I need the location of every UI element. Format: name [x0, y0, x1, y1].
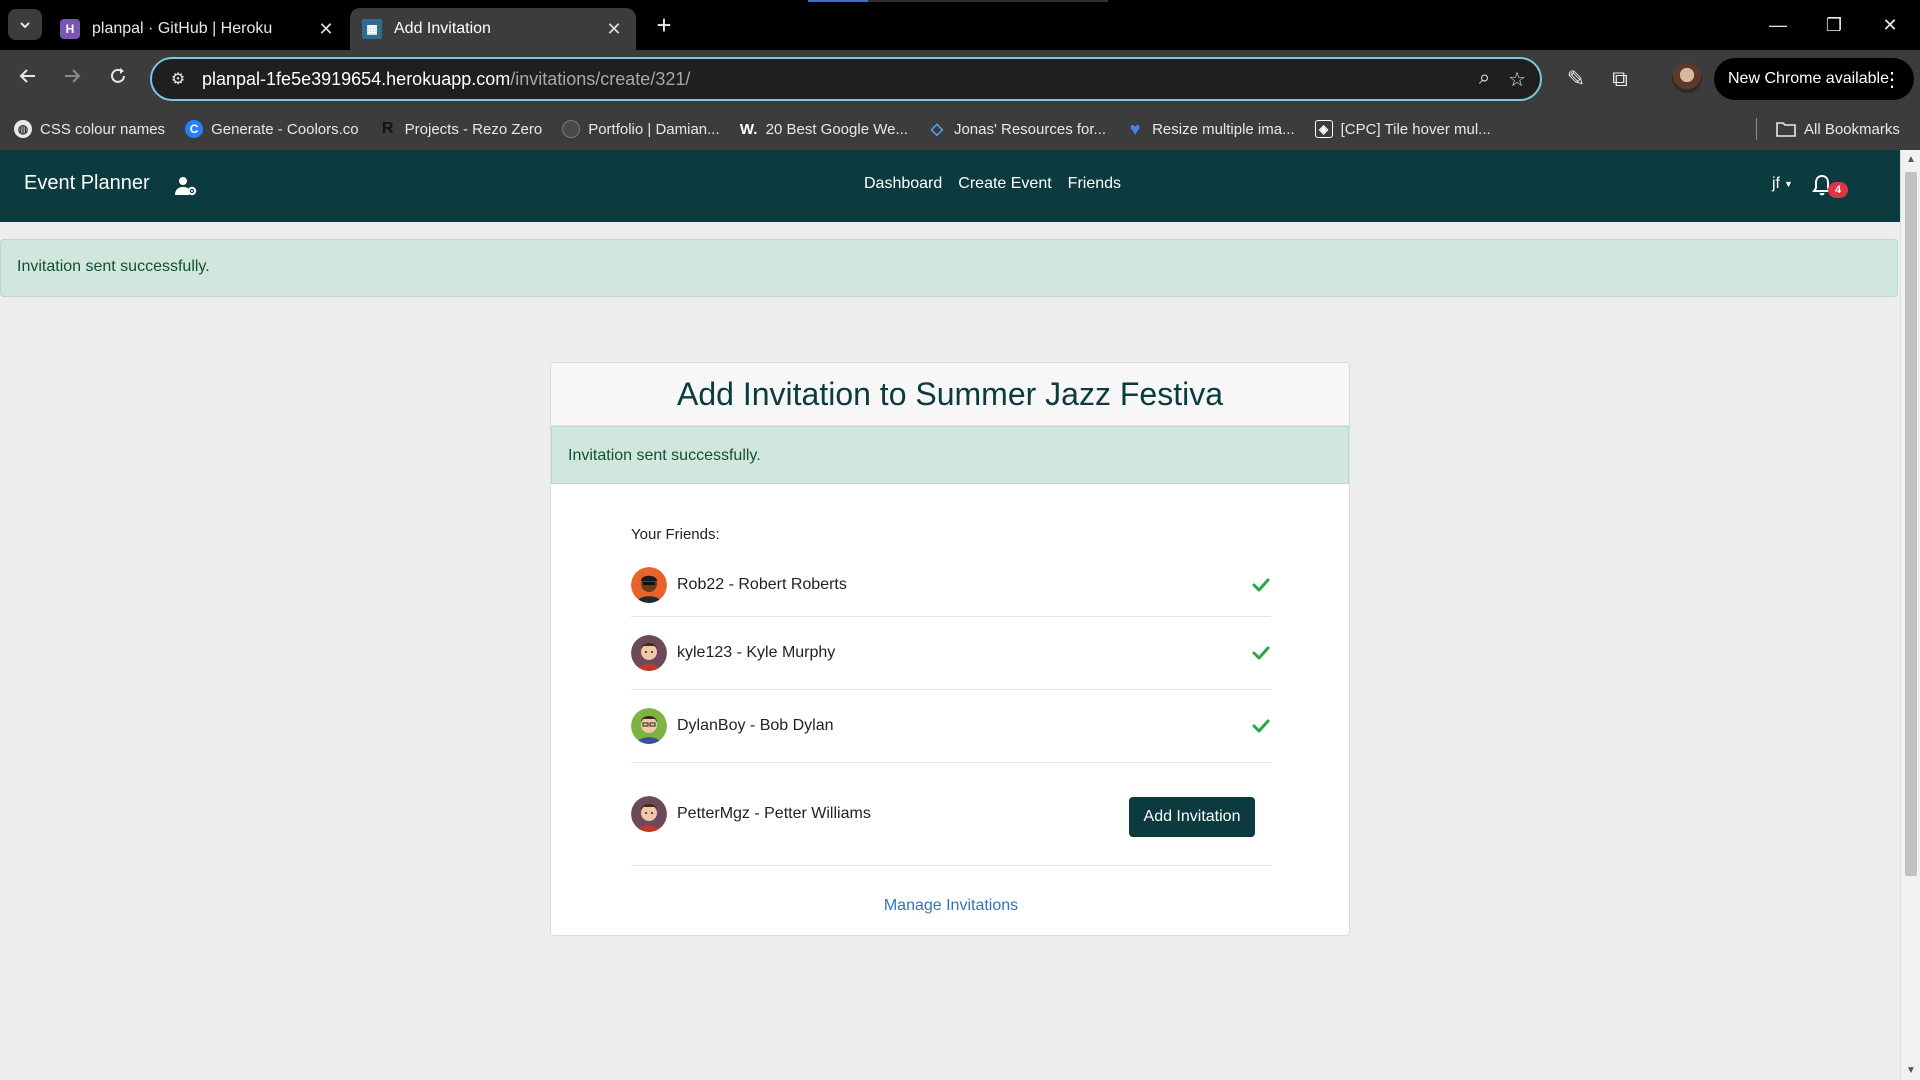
heroku-icon: H [60, 19, 80, 39]
friend-name: PetterMgz - Petter Williams [677, 805, 871, 822]
address-bar[interactable]: ⚙ planpal-1fe5e3919654.herokuapp.com/inv… [150, 57, 1542, 101]
arrow-left-icon [19, 69, 35, 83]
bookmarks-bar: ◍ CSS colour names C Generate - Coolors.co… [0, 108, 1920, 150]
page-scrollbar[interactable]: ▲ ▼ [1900, 150, 1920, 1080]
chevron-down-icon [20, 21, 30, 28]
extensions-puzzle-icon[interactable]: ⧉ [1604, 63, 1636, 95]
user-dropdown[interactable]: jf ▼ [1772, 175, 1793, 193]
friend-row: kyle123 - Kyle Murphy [631, 617, 1271, 690]
nav-create-event[interactable]: Create Event [958, 175, 1051, 193]
tab-heroku[interactable]: H planpal · GitHub | Heroku ✕ [48, 8, 348, 50]
all-bookmarks-button[interactable]: All Bookmarks [1776, 108, 1900, 150]
scrollbar-thumb[interactable] [1905, 172, 1917, 876]
minimize-button[interactable]: — [1758, 10, 1798, 40]
bookmark-item[interactable]: R Projects - Rezo Zero [378, 120, 542, 138]
rezo-icon: R [378, 120, 397, 138]
friends-list: Your Friends: Rob22 - Robert Roberts kyl… [631, 526, 1271, 866]
arrow-right-icon [65, 69, 81, 83]
page-title: Add Invitation to Summer Jazz Festiva [677, 376, 1223, 412]
avatar [631, 635, 667, 671]
portfolio-icon [562, 120, 581, 138]
tab-title: planpal · GitHub | Heroku [92, 20, 273, 37]
brand-logo-text[interactable]: Event Planner [24, 172, 150, 195]
manage-invitations-link[interactable]: Manage Invitations [551, 897, 1349, 915]
site-navbar: Event Planner Dashboard Create Event Fri… [0, 150, 1900, 222]
friend-name: DylanBoy - Bob Dylan [677, 717, 834, 734]
bookmark-item[interactable]: W. 20 Best Google We... [740, 120, 908, 138]
diamond-icon: ◇ [930, 121, 944, 138]
back-button[interactable] [12, 63, 44, 95]
bookmark-star-icon[interactable]: ☆ [1508, 67, 1526, 92]
success-alert: Invitation sent successfully. [0, 239, 1898, 297]
avatar [631, 796, 667, 832]
close-icon[interactable]: ✕ [316, 19, 336, 40]
tab-title: Add Invitation [394, 20, 491, 37]
card-success-alert: Invitation sent successfully. [551, 426, 1349, 484]
avatar [631, 566, 667, 603]
tab-search-button[interactable] [8, 9, 42, 40]
coolors-icon: C [185, 120, 204, 138]
bookmark-item[interactable]: C Generate - Coolors.co [185, 120, 359, 138]
heart-icon: ♥ [1129, 118, 1141, 139]
folder-icon [1776, 122, 1796, 137]
bookmarks-divider [1756, 118, 1757, 140]
avatar [631, 708, 667, 744]
profile-avatar[interactable] [1672, 63, 1702, 93]
browser-toolbar: ⚙ planpal-1fe5e3919654.herokuapp.com/inv… [0, 50, 1920, 108]
page-viewport: Event Planner Dashboard Create Event Fri… [0, 150, 1900, 1080]
url-text[interactable]: planpal-1fe5e3919654.herokuapp.com/invit… [202, 69, 690, 90]
kebab-menu-icon[interactable]: ⋮ [1882, 67, 1902, 92]
browser-tab-strip: H planpal · GitHub | Heroku ✕ ▦ Add Invi… [0, 0, 1920, 50]
user-gear-icon[interactable] [174, 174, 198, 198]
add-invitation-button[interactable]: Add Invitation [1129, 797, 1255, 837]
scroll-down-arrow-icon[interactable]: ▼ [1901, 1065, 1920, 1076]
friend-row: Rob22 - Robert Roberts [631, 553, 1271, 617]
new-tab-button[interactable]: + [650, 12, 678, 40]
bookmark-item[interactable]: ♥ Resize multiple ima... [1126, 118, 1295, 139]
friends-label: Your Friends: [631, 526, 720, 543]
invitation-card: Add Invitation to Summer Jazz Festiva In… [550, 362, 1350, 936]
forward-button[interactable] [56, 63, 88, 95]
bookmark-item[interactable]: Portfolio | Damian... [562, 120, 720, 138]
globe-icon: ◍ [14, 120, 32, 138]
tab-loading-indicator [808, 0, 1108, 2]
nav-friends[interactable]: Friends [1068, 175, 1121, 193]
restore-button[interactable]: ❐ [1814, 10, 1854, 40]
check-icon [1252, 646, 1270, 660]
reload-icon [111, 68, 125, 83]
close-window-button[interactable]: ✕ [1870, 10, 1910, 40]
w-icon: W. [739, 120, 758, 138]
card-header: Add Invitation to Summer Jazz Festiva [551, 363, 1349, 426]
site-settings-icon[interactable]: ⚙ [164, 69, 192, 89]
notification-badge: 4 [1828, 182, 1848, 198]
main-nav: Dashboard Create Event Friends [864, 175, 1121, 193]
user-initials: jf [1772, 175, 1780, 192]
caret-down-icon: ▼ [1784, 178, 1793, 189]
scroll-up-arrow-icon[interactable]: ▲ [1901, 154, 1920, 165]
bookmark-item[interactable]: ◇ Jonas' Resources for... [928, 120, 1106, 139]
bookmark-item[interactable]: ◍ CSS colour names [14, 120, 165, 138]
nav-dashboard[interactable]: Dashboard [864, 175, 942, 193]
reload-button[interactable] [102, 63, 134, 95]
check-icon [1252, 578, 1270, 591]
tab-add-invitation[interactable]: ▦ Add Invitation ✕ [350, 8, 636, 50]
update-label: New Chrome available [1728, 70, 1889, 87]
friend-name: kyle123 - Kyle Murphy [677, 644, 836, 661]
check-icon [1252, 719, 1270, 733]
codepen-icon: ◈ [1314, 120, 1333, 138]
zoom-icon[interactable]: ⌕ [1479, 67, 1490, 92]
friend-row: DylanBoy - Bob Dylan [631, 690, 1271, 763]
friend-row: PetterMgz - Petter Williams Add Invitati… [631, 763, 1271, 866]
chrome-update-button[interactable]: New Chrome available ⋮ [1714, 58, 1914, 100]
event-planner-favicon: ▦ [362, 19, 382, 39]
friend-name: Rob22 - Robert Roberts [677, 575, 847, 593]
bookmark-item[interactable]: ◈ [CPC] Tile hover mul... [1314, 120, 1491, 138]
close-icon[interactable]: ✕ [604, 19, 624, 40]
eyedropper-extension-icon[interactable]: ✎ [1560, 63, 1592, 95]
